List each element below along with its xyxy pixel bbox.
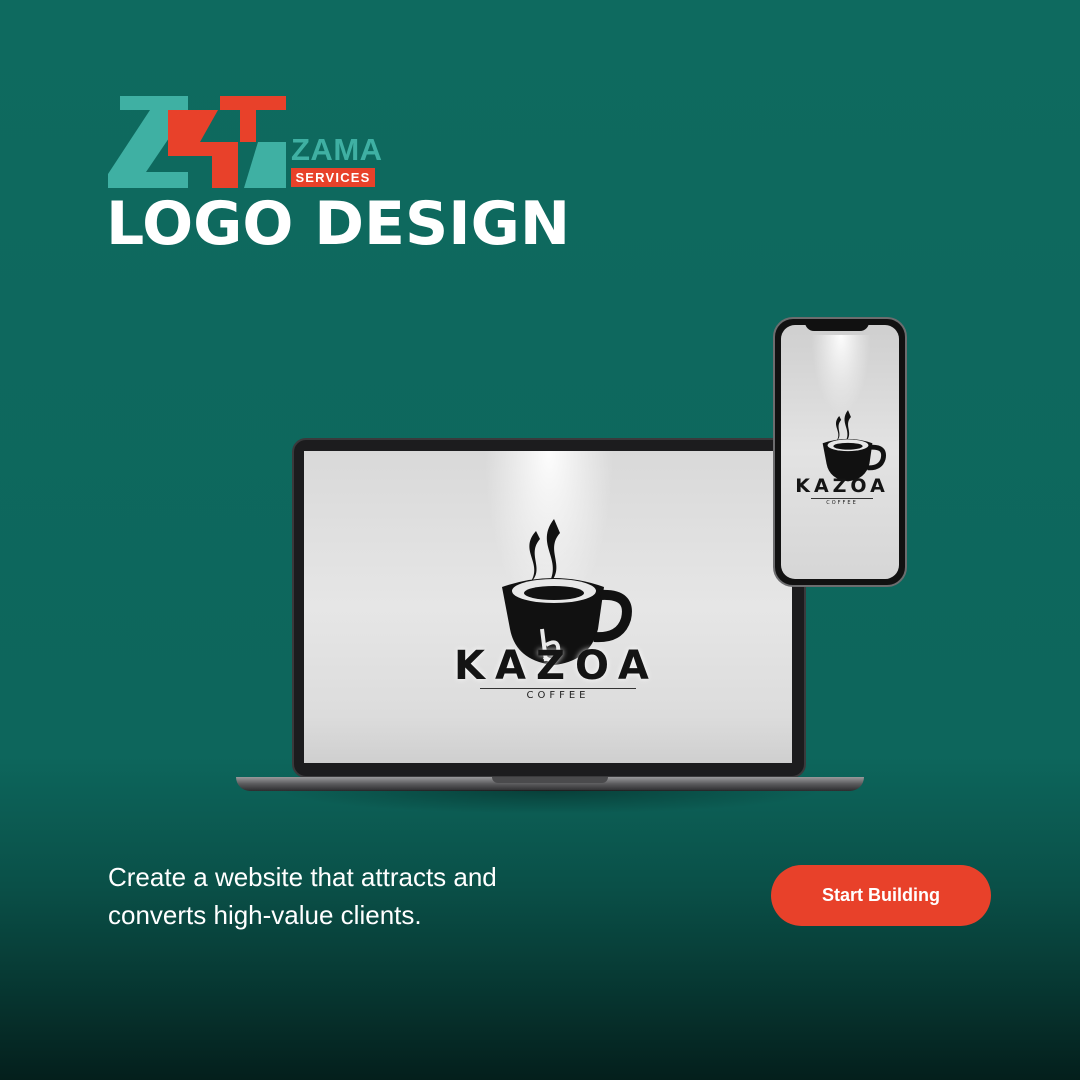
mockup-logo-name: KAZOA [454,643,659,689]
phone-spotlight [811,335,871,415]
brand-name: ZAMA [291,132,383,167]
page-headline: LOGO DESIGN [106,189,571,259]
brand-tag: SERVICES [291,168,375,187]
phone-logo-name: KAZOA [795,475,889,497]
laptop-shadow [276,790,824,814]
brand-logo: ZAMA SERVICES [108,96,388,192]
mockup-logo-sub: COFFEE [480,688,636,703]
laptop-screen: KAZOA COFFEE [304,451,792,763]
phone-mockup: KAZOA COFFEE [773,317,907,587]
phone-logo-sub: COFFEE [811,498,873,507]
phone-screen: KAZOA COFFEE [781,325,899,579]
start-building-button[interactable]: Start Building [771,865,991,926]
laptop-mockup: KAZOA COFFEE [236,438,864,816]
phone-notch [805,319,869,331]
tagline: Create a website that attracts and conve… [108,862,497,930]
laptop-notch [492,777,608,783]
zama-logo-mark [108,96,286,188]
